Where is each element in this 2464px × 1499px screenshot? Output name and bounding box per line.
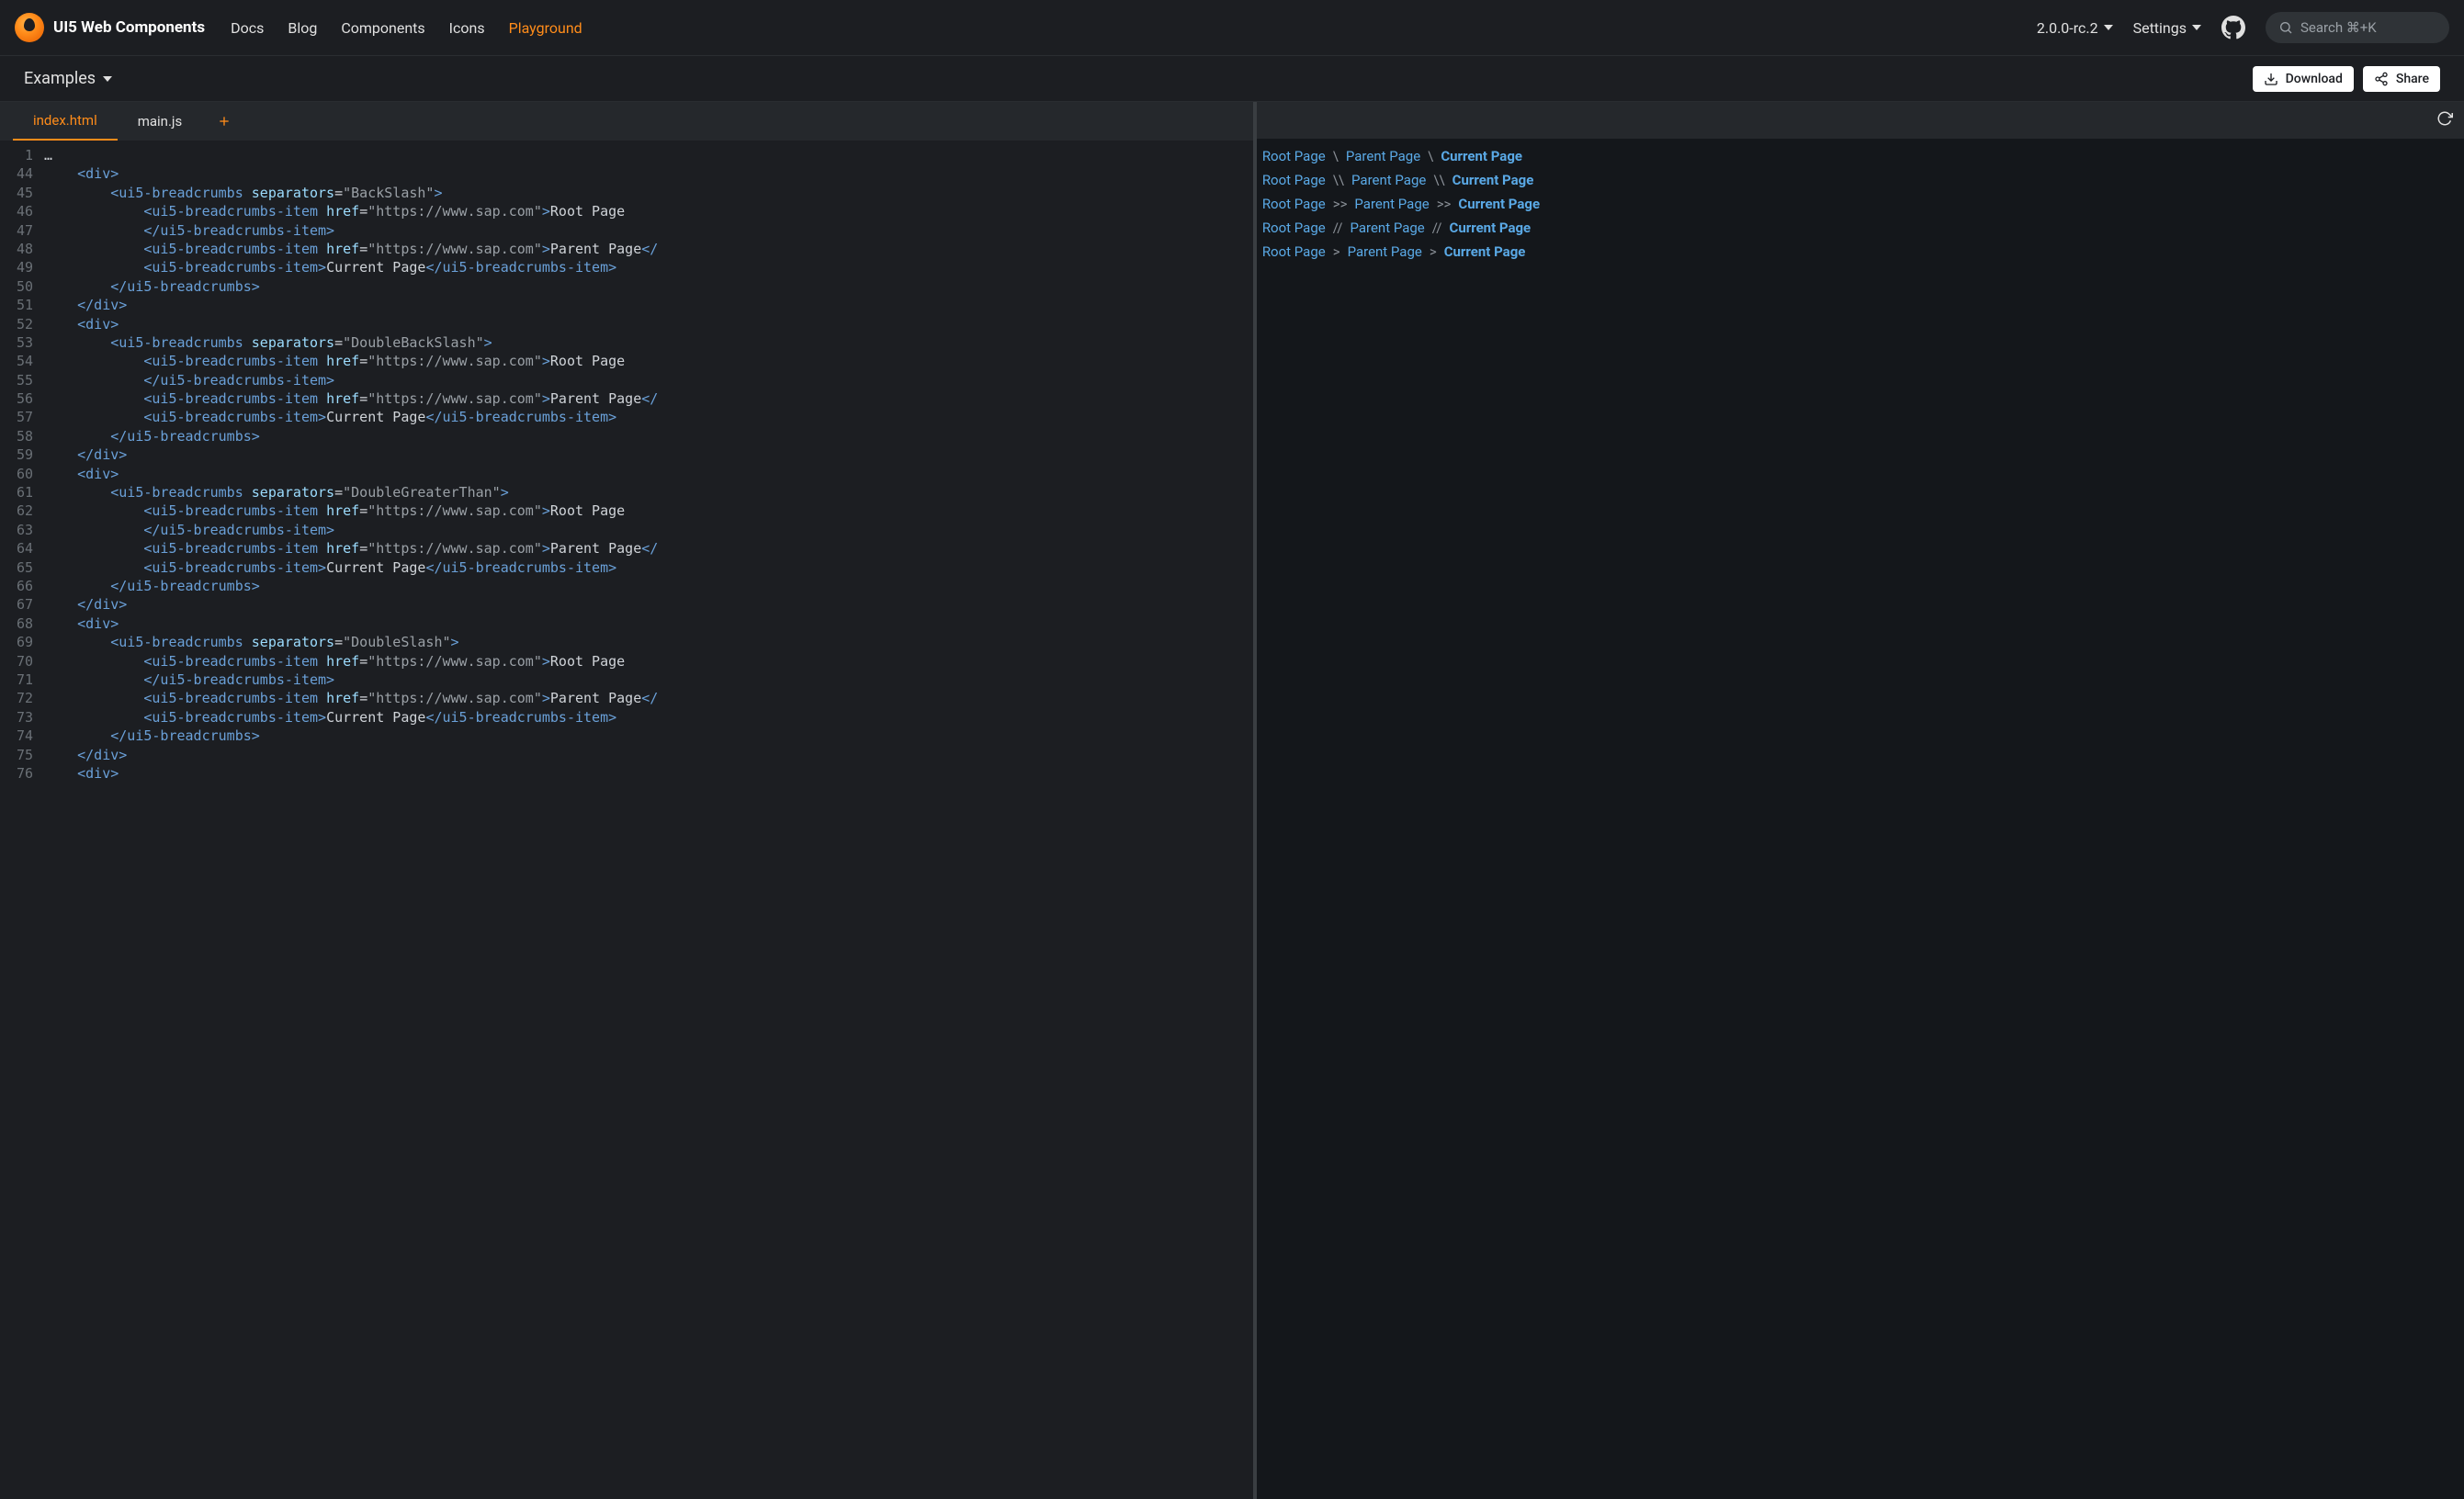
breadcrumb-current: Current Page (1441, 148, 1522, 164)
settings-dropdown[interactable]: Settings (2133, 19, 2201, 37)
breadcrumb-link[interactable]: Parent Page (1350, 220, 1424, 236)
nav-playground[interactable]: Playground (509, 19, 582, 37)
tab-main-js[interactable]: main.js (118, 102, 203, 141)
breadcrumb: Root Page >> Parent Page >> Current Page (1262, 196, 2458, 212)
topbar: UI5 Web Components Docs Blog Components … (0, 0, 2464, 56)
breadcrumb-link[interactable]: Root Page (1262, 243, 1326, 260)
nav-components[interactable]: Components (341, 19, 424, 37)
breadcrumb-separator: \ (1428, 148, 1433, 164)
playground-toolbar: Examples Download Share (0, 56, 2464, 102)
examples-dropdown[interactable]: Examples (24, 69, 112, 88)
search-placeholder: Search ⌘+K (2300, 19, 2377, 36)
chevron-down-icon (103, 76, 112, 82)
preview-pane: Root Page\Parent Page\Current PageRoot P… (1257, 102, 2464, 1499)
share-icon (2374, 72, 2389, 86)
breadcrumb-separator: > (1333, 243, 1340, 260)
chevron-down-icon (2104, 25, 2113, 30)
refresh-icon (2436, 110, 2453, 127)
share-button[interactable]: Share (2363, 66, 2440, 92)
download-button[interactable]: Download (2253, 66, 2354, 92)
breadcrumb-separator: \ (1333, 148, 1339, 164)
nav-docs[interactable]: Docs (231, 19, 264, 37)
code-content[interactable]: … <div> <ui5-breadcrumbs separators="Bac… (44, 141, 658, 788)
settings-label: Settings (2133, 19, 2187, 37)
preview-body: Root Page\Parent Page\Current PageRoot P… (1257, 139, 2464, 1499)
breadcrumb: Root Page // Parent Page // Current Page (1262, 220, 2458, 236)
breadcrumb: Root Page \\ Parent Page \\ Current Page (1262, 172, 2458, 188)
tab-index-html[interactable]: index.html (13, 102, 118, 141)
breadcrumb-separator: \\ (1433, 172, 1444, 188)
version-label: 2.0.0-rc.2 (2037, 19, 2098, 37)
breadcrumb: Root Page > Parent Page > Current Page (1262, 243, 2458, 260)
breadcrumb-link[interactable]: Parent Page (1351, 172, 1426, 188)
breadcrumb-separator: // (1432, 220, 1442, 236)
brand-name: UI5 Web Components (53, 18, 205, 37)
breadcrumb-current: Current Page (1458, 196, 1540, 212)
breadcrumb-link[interactable]: Root Page (1262, 148, 1326, 164)
breadcrumb-current: Current Page (1444, 243, 1526, 260)
add-tab-button[interactable] (202, 102, 246, 141)
breadcrumb-link[interactable]: Root Page (1262, 196, 1326, 212)
breadcrumb-link[interactable]: Root Page (1262, 220, 1326, 236)
search-icon (2278, 20, 2293, 35)
topbar-right: 2.0.0-rc.2 Settings Search ⌘+K (2037, 12, 2449, 43)
breadcrumb-link[interactable]: Parent Page (1354, 196, 1429, 212)
nav-blog[interactable]: Blog (288, 19, 317, 37)
search-input[interactable]: Search ⌘+K (2266, 12, 2449, 43)
examples-label: Examples (24, 69, 96, 88)
breadcrumb-current: Current Page (1452, 172, 1534, 188)
download-label: Download (2286, 72, 2343, 86)
brand-logo-icon (15, 13, 44, 42)
breadcrumb: Root Page \ Parent Page \ Current Page (1262, 148, 2458, 164)
breadcrumb-link[interactable]: Parent Page (1346, 148, 1420, 164)
breadcrumb-separator: > (1430, 243, 1437, 260)
refresh-button[interactable] (2436, 110, 2453, 130)
line-number-gutter: 1444546474849505152535455565758596061626… (0, 141, 44, 788)
share-label: Share (2396, 72, 2429, 86)
nav-icons[interactable]: Icons (449, 19, 485, 37)
preview-toolbar (1257, 102, 2464, 139)
breadcrumb-separator: >> (1333, 196, 1348, 212)
version-selector[interactable]: 2.0.0-rc.2 (2037, 19, 2113, 37)
breadcrumb-separator: // (1333, 220, 1343, 236)
editor-tabs: index.html main.js (0, 102, 1253, 141)
github-icon (2221, 16, 2245, 39)
download-icon (2264, 72, 2278, 86)
brand[interactable]: UI5 Web Components (15, 13, 205, 42)
editor-pane: index.html main.js 144454647484950515253… (0, 102, 1257, 1499)
chevron-down-icon (2192, 25, 2201, 30)
split-view: index.html main.js 144454647484950515253… (0, 102, 2464, 1499)
breadcrumb-current: Current Page (1450, 220, 1532, 236)
github-link[interactable] (2221, 16, 2245, 39)
breadcrumb-separator: \\ (1333, 172, 1344, 188)
code-editor[interactable]: 1444546474849505152535455565758596061626… (0, 141, 1253, 1499)
breadcrumb-separator: >> (1437, 196, 1452, 212)
primary-nav: Docs Blog Components Icons Playground (231, 19, 582, 37)
breadcrumb-link[interactable]: Parent Page (1348, 243, 1422, 260)
plus-icon (217, 114, 232, 129)
breadcrumb-link[interactable]: Root Page (1262, 172, 1326, 188)
